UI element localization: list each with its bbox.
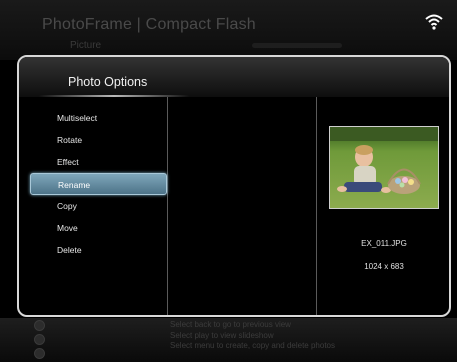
- file-name: EX_011.JPG: [361, 239, 407, 248]
- photo-image: [330, 127, 438, 208]
- menu-item-copy[interactable]: Copy: [30, 195, 167, 217]
- photo-thumbnail: [329, 126, 439, 209]
- column-divider: [167, 97, 168, 315]
- footer-hint: Select back to go to previous view: [170, 320, 291, 329]
- app-subtitle: Picture: [70, 40, 102, 51]
- menu-item-rename[interactable]: Rename: [30, 173, 167, 195]
- footer-icons: [34, 320, 45, 362]
- file-dimensions: 1024 x 683: [364, 262, 404, 271]
- options-menu: Multiselect Rotate Effect Rename Copy Mo…: [30, 107, 167, 261]
- photo-options-dialog: Photo Options Multiselect Rotate Effect …: [17, 55, 451, 317]
- menu-item-effect[interactable]: Effect: [30, 151, 167, 173]
- footer-hints: Select back to go to previous view Selec…: [170, 320, 335, 352]
- menu-icon: [34, 348, 45, 359]
- app-title: PhotoFrame | Compact Flash: [42, 16, 256, 33]
- play-icon: [34, 334, 45, 345]
- column-divider: [316, 97, 317, 315]
- menu-item-delete[interactable]: Delete: [30, 239, 167, 261]
- footer-hint: Select menu to create, copy and delete p…: [170, 341, 335, 350]
- back-icon: [34, 320, 45, 331]
- wifi-icon: [425, 14, 443, 30]
- menu-item-multiselect[interactable]: Multiselect: [30, 107, 167, 129]
- dialog-title: Photo Options: [68, 75, 148, 89]
- footer-hint: Select play to view slideshow: [170, 330, 274, 340]
- menu-item-move[interactable]: Move: [30, 217, 167, 239]
- menu-item-rotate[interactable]: Rotate: [30, 129, 167, 151]
- subtitle-bar: [252, 43, 342, 48]
